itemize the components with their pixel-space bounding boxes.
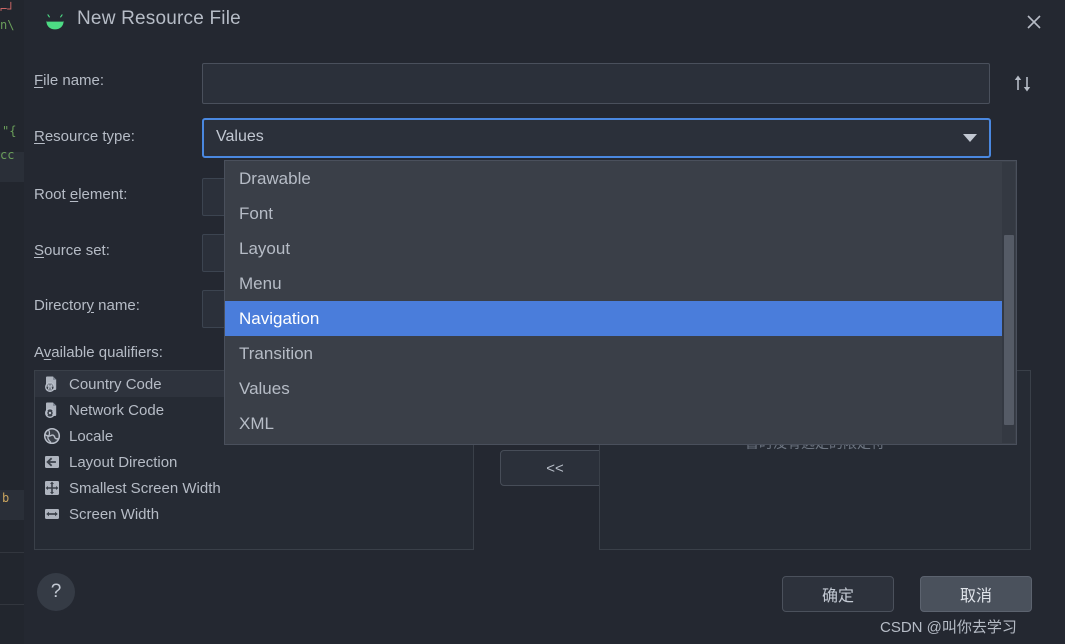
qualifier-label: Layout Direction [69, 453, 178, 471]
dropdown-option-navigation[interactable]: Navigation [225, 301, 1004, 336]
file-name-mnemonic: F [34, 72, 44, 89]
directory-name-label-prefix: Director [34, 297, 87, 314]
available-qualifiers-label: Available qualifiers: [34, 344, 163, 361]
file-name-label-text: ile name: [43, 72, 105, 89]
qualifier-label: Screen Width [69, 505, 160, 523]
root-element-mnemonic: e [69, 186, 79, 203]
resource-type-mnemonic: R [34, 128, 45, 145]
four-way-arrow-icon [43, 479, 61, 497]
resource-type-combo[interactable]: Values [202, 118, 991, 158]
ide-divider-2 [0, 604, 24, 605]
directory-name-label: Directory name: [34, 297, 140, 314]
sort-up-down-icon[interactable] [1009, 70, 1037, 98]
ide-code-fragment: "{ [2, 124, 17, 138]
directory-name-mnemonic: y [86, 297, 95, 314]
dropdown-option-values[interactable]: Values [225, 371, 1004, 406]
root-element-label-prefix: Root [34, 186, 70, 203]
qualifier-label: Country Code [69, 375, 162, 393]
available-qualifiers-label-prefix: A [34, 344, 44, 361]
source-set-label: Source set: [34, 242, 110, 259]
file-name-input[interactable] [202, 63, 990, 104]
new-resource-file-dialog: New Resource File File name: Resource ty… [24, 0, 1065, 644]
qualifier-list-item[interactable]: Screen Width [35, 501, 473, 527]
directory-name-label-text: name: [94, 297, 140, 314]
ide-code-fragment: b [2, 491, 10, 505]
source-set-mnemonic: S [34, 242, 45, 259]
dropdown-option-drawable[interactable]: Drawable [225, 161, 1004, 196]
ide-code-fragment: n\ [0, 18, 15, 32]
dropdown-option-xml[interactable]: XML [225, 406, 1004, 441]
resource-type-label: Resource type: [34, 128, 135, 145]
dropdown-option-font[interactable]: Font [225, 196, 1004, 231]
qualifier-list-item[interactable]: Layout Direction [35, 449, 473, 475]
help-button[interactable]: ? [37, 573, 75, 611]
network-code-icon [43, 401, 61, 419]
country-code-icon [43, 375, 61, 393]
arrow-left-icon [43, 453, 61, 471]
globe-icon [43, 427, 61, 445]
dialog-title: New Resource File [77, 8, 241, 29]
resource-type-dropdown-popup[interactable]: Drawable Font Layout Menu Navigation Transiti… [224, 160, 1017, 445]
dropdown-scrollbar[interactable] [1002, 162, 1015, 443]
cancel-button[interactable]: 取消 [920, 576, 1032, 612]
close-icon[interactable] [1019, 7, 1049, 37]
ok-button[interactable]: 确定 [782, 576, 894, 612]
ide-editor-background: ⌐┘ n\ "{ cc b [0, 0, 24, 644]
dropdown-option-transition[interactable]: Transition [225, 336, 1004, 371]
watermark: CSDN @叫你去学习 [880, 619, 1017, 636]
root-element-label-text: lement: [78, 186, 128, 203]
ide-divider-1 [0, 552, 24, 553]
source-set-label-text: ource set: [44, 242, 110, 259]
qualifier-label: Network Code [69, 401, 165, 419]
dropdown-option-menu[interactable]: Menu [225, 266, 1004, 301]
resource-type-label-text: esource type: [44, 128, 135, 145]
horizontal-arrow-icon [43, 505, 61, 523]
ide-code-fragment: cc [0, 148, 15, 162]
dropdown-scrollbar-thumb[interactable] [1004, 235, 1014, 425]
available-qualifiers-label-text: ailable qualifiers: [51, 344, 163, 361]
root-element-label: Root element: [34, 186, 127, 203]
file-name-label: File name: [34, 72, 104, 89]
ide-code-fragment: ⌐┘ [0, 2, 15, 16]
android-robot-icon [46, 14, 64, 30]
qualifier-list-item[interactable]: Smallest Screen Width [35, 475, 473, 501]
resource-type-value: Values [216, 128, 264, 145]
chevron-down-icon [963, 134, 977, 142]
dialog-titlebar: New Resource File [24, 0, 1065, 48]
dropdown-option-layout[interactable]: Layout [225, 231, 1004, 266]
resource-type-option-list[interactable]: Drawable Font Layout Menu Navigation Transiti… [225, 161, 1004, 444]
move-left-button[interactable]: << [500, 450, 610, 486]
qualifier-label: Smallest Screen Width [69, 479, 221, 497]
qualifier-label: Locale [69, 427, 114, 445]
